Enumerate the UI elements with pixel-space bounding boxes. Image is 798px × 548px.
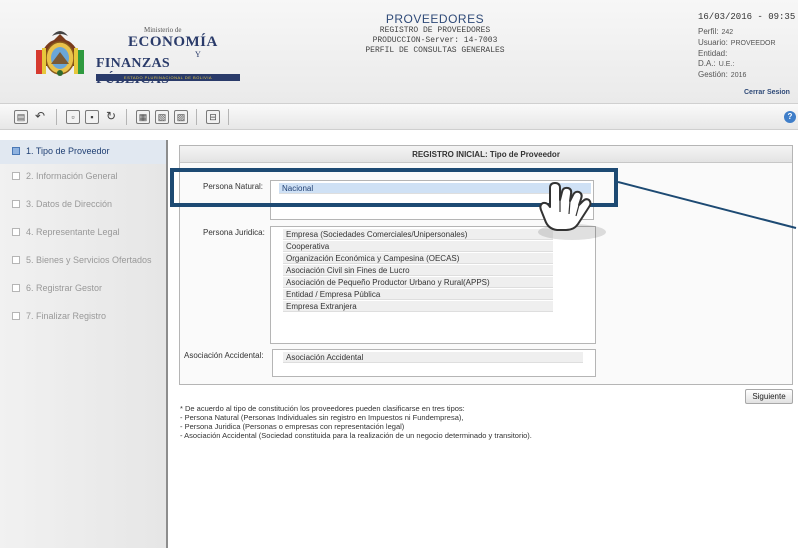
ministry-logo: Ministerio de ECONOMÍA Y FINANZAS PÚBLIC…	[32, 26, 242, 87]
gestion-label: Gestión:	[698, 70, 728, 79]
pointing-hand-icon	[538, 182, 606, 240]
sidebar-step-label: 6. Registrar Gestor	[26, 283, 103, 293]
step-checkbox-icon	[12, 228, 20, 236]
entidad-row: Entidad:	[698, 49, 798, 59]
notes-block: * De acuerdo al tipo de constitución los…	[180, 404, 740, 440]
perfil-value: 242	[721, 29, 734, 36]
app-subtitle-registro: REGISTRO DE PROVEEDORES	[379, 26, 491, 35]
persona-juridica-label: Persona Juridica:	[203, 228, 265, 237]
logo-economia-text: ECONOMÍA	[128, 34, 218, 50]
perfil-row: Perfil: 242	[698, 27, 798, 38]
juridica-option[interactable]: Asociación Civil sin Fines de Lucro	[283, 265, 553, 276]
asociacion-accidental-label: Asociación Accidental:	[184, 351, 264, 360]
callout-line	[618, 181, 797, 229]
sidebar-step-label: 3. Datos de Dirección	[26, 199, 113, 209]
logo-finanzas-text: FINANZAS PÚBLICAS	[96, 56, 170, 87]
usuario-row: Usuario: PROVEEDOR	[698, 38, 798, 49]
step-checkbox-icon	[12, 147, 20, 155]
panel-title: REGISTRO INICIAL: Tipo de Proveedor	[180, 146, 792, 163]
da-label: D.A.:	[698, 59, 716, 68]
app-subtitle-perfil: PERFIL DE CONSULTAS GENERALES	[365, 46, 505, 55]
sidebar-step-informacion-general[interactable]: 2. Información General	[0, 165, 166, 189]
app-header: Ministerio de ECONOMÍA Y FINANZAS PÚBLIC…	[0, 0, 798, 104]
perfil-label: Perfil:	[698, 27, 719, 36]
sidebar-step-representante-legal[interactable]: 4. Representante Legal	[0, 221, 166, 245]
step-checkbox-icon	[12, 312, 20, 320]
step-checkbox-icon	[12, 200, 20, 208]
step-checkbox-icon	[12, 256, 20, 264]
usuario-value: PROVEEDOR	[730, 40, 776, 47]
app-title: PROVEEDORES	[385, 12, 485, 26]
gestion-row: Gestión: 2016	[698, 70, 798, 81]
bolivia-coat-of-arms-icon	[36, 31, 84, 76]
note-line: * De acuerdo al tipo de constitución los…	[180, 404, 465, 413]
sidebar-step-registrar-gestor[interactable]: 6. Registrar Gestor	[0, 277, 166, 301]
usuario-label: Usuario:	[698, 38, 728, 47]
note-line: - Persona Juridica (Personas o empresas …	[180, 422, 405, 431]
report-icon[interactable]: ▨	[174, 110, 188, 124]
save-icon[interactable]: ▪	[85, 110, 99, 124]
toolbar-separator	[228, 109, 229, 125]
sidebar-step-label: 4. Representante Legal	[26, 227, 120, 237]
new-document-icon[interactable]: ▫	[66, 110, 80, 124]
sidebar-step-label: 7. Finalizar Registro	[26, 311, 107, 321]
sidebar-step-datos-direccion[interactable]: 3. Datos de Dirección	[0, 193, 166, 217]
ue-label: U.E.:	[718, 61, 735, 68]
note-line: - Persona Natural (Personas Individuales…	[180, 413, 464, 422]
print-icon[interactable]: ▦	[136, 110, 150, 124]
juridica-option[interactable]: Organización Económica y Campesina (OECA…	[283, 253, 553, 264]
next-button[interactable]: Siguiente	[745, 389, 793, 404]
gestion-value: 2016	[730, 72, 747, 79]
step-checkbox-icon	[12, 172, 20, 180]
logo-ministerio-text: Ministerio de	[144, 26, 182, 34]
session-datetime: 16/03/2016 - 09:35	[698, 12, 796, 22]
sidebar-step-label: 1. Tipo de Proveedor	[26, 146, 110, 156]
juridica-option[interactable]: Asociación de Pequeño Productor Urbano y…	[283, 277, 553, 288]
toolbar-separator	[56, 109, 57, 125]
help-icon[interactable]: ?	[784, 111, 796, 123]
juridica-option[interactable]: Entidad / Empresa Pública	[283, 289, 553, 300]
asociacion-accidental-list[interactable]: Asociación Accidental	[272, 349, 596, 377]
sidebar-step-label: 2. Información General	[26, 171, 118, 181]
juridica-option[interactable]: Cooperativa	[283, 241, 553, 252]
app-title-block: PROVEEDORES REGISTRO DE PROVEEDORES PROD…	[300, 12, 570, 56]
toolbar-separator	[196, 109, 197, 125]
wizard-steps-sidebar: 1. Tipo de Proveedor 2. Información Gene…	[0, 140, 168, 548]
toolbar: ▤ ↶ ▫ ▪ ↻ ▦ ▧ ▨ ⊟ ?	[0, 104, 798, 130]
undo-icon[interactable]: ↶	[33, 110, 47, 124]
expand-icon[interactable]: ⊟	[206, 110, 220, 124]
logo-estado-text: ESTADO PLURINACIONAL DE BOLIVIA	[96, 74, 240, 81]
sidebar-step-tipo-proveedor[interactable]: 1. Tipo de Proveedor	[0, 140, 166, 164]
step-checkbox-icon	[12, 284, 20, 292]
view-icon[interactable]: ▤	[14, 110, 28, 124]
entidad-label: Entidad:	[698, 49, 728, 58]
export-icon[interactable]: ▧	[155, 110, 169, 124]
sidebar-step-bienes-servicios[interactable]: 5. Bienes y Servicios Ofertados	[0, 249, 166, 273]
user-info: 16/03/2016 - 09:35 Perfil: 242 Usuario: PR…	[698, 12, 798, 81]
juridica-option[interactable]: Empresa (Sociedades Comerciales/Uniperso…	[283, 229, 553, 240]
note-line: - Asociación Accidental (Sociedad consti…	[180, 431, 532, 440]
da-ue-row: D.A.: U.E.:	[698, 59, 798, 70]
juridica-option[interactable]: Empresa Extranjera	[283, 301, 553, 312]
toolbar-separator	[126, 109, 127, 125]
sidebar-step-label: 5. Bienes y Servicios Ofertados	[26, 255, 152, 265]
app-subtitle-server: PRODUCCION-Server: 14-7003	[372, 36, 498, 45]
logout-link[interactable]: Cerrar Sesion	[744, 89, 790, 96]
sidebar-step-finalizar-registro[interactable]: 7. Finalizar Registro	[0, 305, 166, 329]
refresh-icon[interactable]: ↻	[104, 110, 118, 124]
accidental-option[interactable]: Asociación Accidental	[283, 352, 583, 363]
